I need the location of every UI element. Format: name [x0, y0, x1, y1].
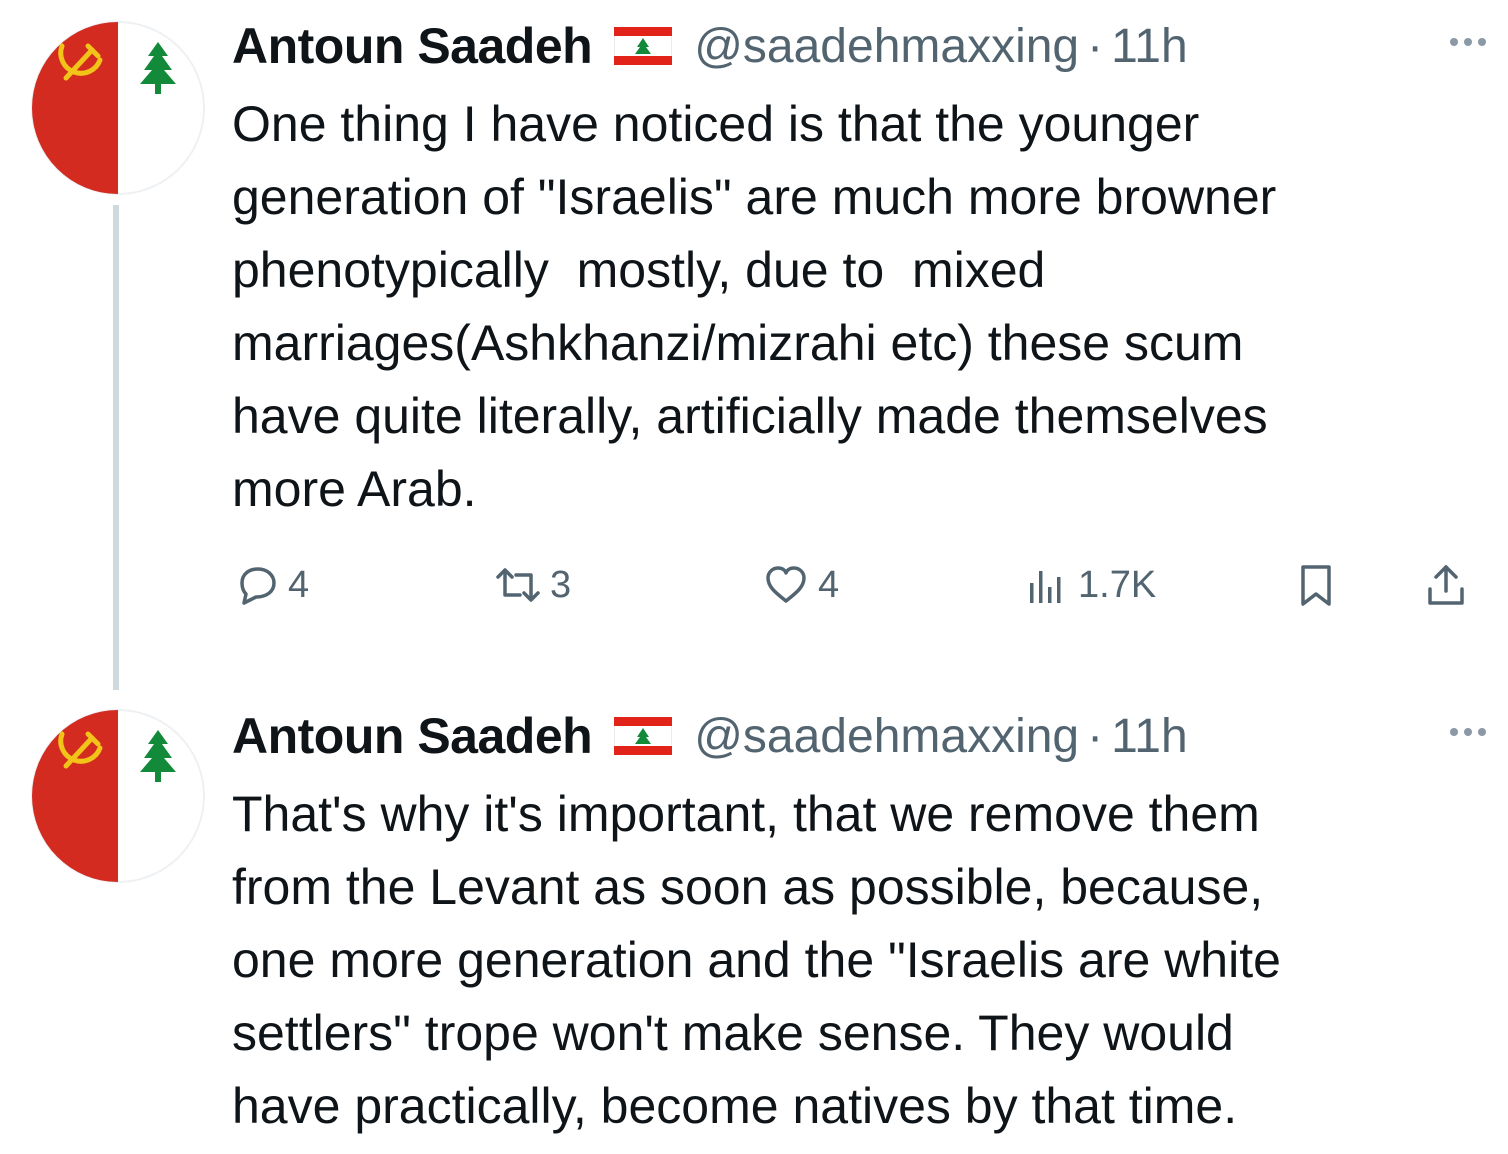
reply-button[interactable]: 4 — [232, 555, 309, 615]
avatar[interactable] — [30, 20, 206, 196]
bookmark-icon — [1301, 565, 1331, 606]
retweet-count: 3 — [550, 563, 572, 606]
views-chart-icon — [1030, 571, 1061, 603]
tweet[interactable]: Antoun Saadeh @saadehmaxxing · 11h That'… — [0, 690, 1508, 1154]
tweet-header: Antoun Saadeh @saadehmaxxing · 11h — [232, 704, 1188, 768]
tweet-text: That's why it's important, that we remov… — [232, 786, 1281, 1134]
thread-line — [113, 205, 119, 690]
views-count: 1.7K — [1078, 563, 1157, 606]
separator-dot: · — [1087, 19, 1104, 73]
like-count: 4 — [818, 563, 840, 606]
like-button[interactable]: 4 — [762, 555, 839, 615]
lebanon-flag-icon — [614, 27, 672, 65]
heart-icon — [766, 566, 806, 603]
bookmark-button[interactable] — [1292, 555, 1340, 615]
tweet[interactable]: Antoun Saadeh @saadehmaxxing · 11h One t… — [0, 0, 1508, 690]
author-name[interactable]: Antoun Saadeh — [232, 17, 593, 75]
timestamp[interactable]: 11h — [1111, 19, 1188, 74]
retweet-icon — [496, 568, 540, 602]
share-button[interactable] — [1422, 555, 1470, 615]
avatar[interactable] — [30, 708, 206, 884]
views-button[interactable]: 1.7K — [1022, 555, 1156, 615]
tweet-header: Antoun Saadeh @saadehmaxxing · 11h — [232, 14, 1188, 78]
lebanon-flag-icon — [614, 717, 672, 755]
author-name[interactable]: Antoun Saadeh — [232, 707, 593, 765]
timestamp[interactable]: 11h — [1111, 709, 1188, 764]
more-options-icon[interactable] — [1450, 22, 1486, 62]
reply-count: 4 — [288, 563, 310, 606]
tweet-text: One thing I have noticed is that the you… — [232, 96, 1277, 517]
author-handle[interactable]: @saadehmaxxing — [694, 19, 1079, 74]
more-options-icon[interactable] — [1450, 712, 1486, 752]
action-bar: 4 3 4 1.7K — [232, 555, 1482, 615]
share-icon — [1428, 565, 1464, 605]
reply-icon — [240, 567, 276, 605]
separator-dot: · — [1087, 709, 1104, 763]
retweet-button[interactable]: 3 — [494, 555, 571, 615]
author-handle[interactable]: @saadehmaxxing — [694, 709, 1079, 764]
